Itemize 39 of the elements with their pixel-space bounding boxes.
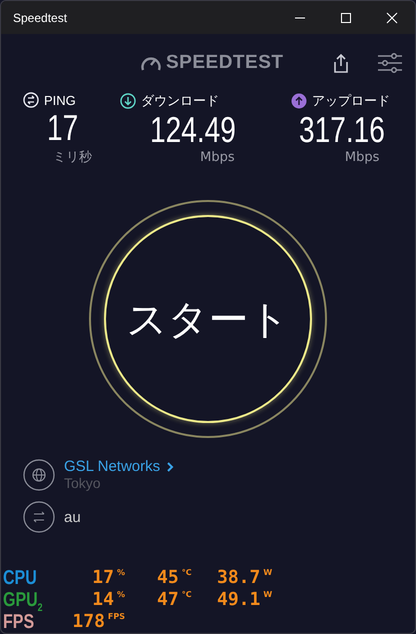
overlay-value: 14	[92, 589, 114, 611]
metric-label: アップロード	[312, 92, 390, 110]
upload-icon	[290, 93, 307, 109]
logo-text: SPEEDTEST	[166, 52, 284, 74]
download-icon	[120, 93, 136, 109]
overlay-unit: W	[263, 589, 272, 601]
overlay-unit: %	[116, 589, 125, 601]
overlay-unit: °C	[182, 589, 192, 601]
arrows-icon[interactable]	[23, 501, 55, 533]
overlay-label: CPU	[3, 567, 38, 589]
overlay-label: FPS	[3, 611, 36, 633]
ping-icon	[23, 92, 39, 108]
settings-icon[interactable]	[377, 52, 404, 74]
metric-label: PING	[44, 92, 76, 108]
chevron-icon	[166, 460, 174, 472]
metric-unit: Mbps	[200, 150, 236, 165]
overlay-value: 49.1	[217, 589, 260, 611]
overlay-unit: W	[263, 567, 272, 579]
metric-unit: ミリ秒	[53, 149, 93, 166]
server-link[interactable]: GSL Networks	[64, 458, 174, 475]
overlay-label: GPU$_{2}$	[3, 589, 44, 614]
overlay-value: 38.7	[217, 567, 260, 589]
overlay-unit: FPS	[108, 611, 125, 623]
overlay-value: 47	[157, 589, 179, 611]
metric-value: 17	[47, 108, 80, 148]
overlay-value: 178	[72, 611, 105, 633]
server-location: Tokyo	[64, 475, 102, 491]
metric-unit: Mbps	[344, 150, 380, 165]
overlay-value: 45	[157, 567, 179, 589]
start-button[interactable]: スタート	[104, 215, 312, 423]
window-title: Speedtest	[12, 10, 68, 24]
overlay-unit: °C	[182, 567, 192, 579]
metric-label: ダウンロード	[141, 92, 220, 110]
globe-icon[interactable]	[23, 458, 55, 490]
overlay-value: 17	[92, 567, 114, 589]
provider-name: au	[64, 508, 81, 526]
metric-value: 124.49	[150, 110, 237, 150]
overlay-unit: %	[116, 567, 125, 579]
metric-value: 317.16	[298, 110, 385, 150]
